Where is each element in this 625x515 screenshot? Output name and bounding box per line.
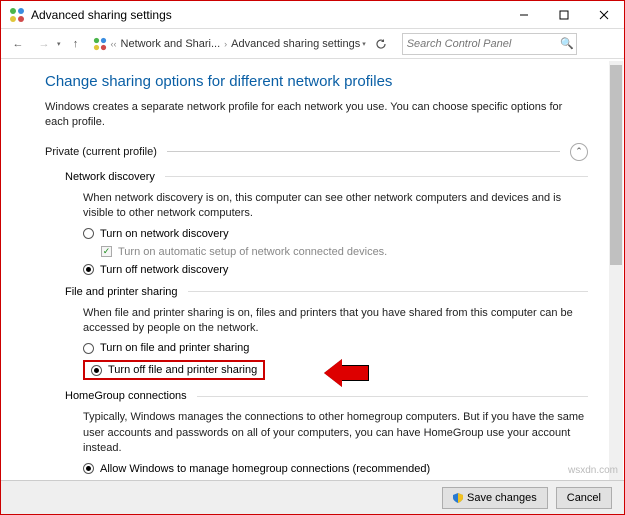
homegroup-desc: Typically, Windows manages the connectio…: [83, 410, 588, 456]
save-button[interactable]: Save changes: [442, 487, 548, 509]
divider: [167, 151, 560, 152]
homegroup-header: HomeGroup connections: [65, 390, 588, 402]
profile-section-header[interactable]: Private (current profile) ⌃: [45, 143, 588, 161]
radio-nd-off[interactable]: Turn off network discovery: [83, 264, 588, 276]
watermark: wsxdn.com: [568, 465, 618, 476]
chevron-right-icon: ›: [224, 39, 227, 49]
up-button[interactable]: ↑: [65, 33, 87, 55]
network-discovery-desc: When network discovery is on, this compu…: [83, 191, 588, 222]
scrollbar[interactable]: [609, 61, 623, 480]
radio-fs-on[interactable]: Turn on file and printer sharing: [83, 342, 588, 354]
navbar: ← → ▾ ↑ ‹‹ Network and Shari... › Advanc…: [1, 29, 624, 59]
breadcrumb[interactable]: ‹‹ Network and Shari... › Advanced shari…: [93, 37, 361, 51]
profile-label: Private (current profile): [45, 146, 157, 158]
titlebar: Advanced sharing settings: [1, 1, 624, 29]
address-dropdown-icon[interactable]: ▾: [362, 40, 366, 48]
minimize-button[interactable]: [504, 1, 544, 29]
radio-label: Allow Windows to manage homegroup connec…: [100, 463, 430, 475]
search-input[interactable]: [403, 38, 558, 50]
search-box[interactable]: 🔍: [402, 33, 577, 55]
footer: Save changes Cancel: [1, 480, 624, 514]
page-intro: Windows creates a separate network profi…: [45, 100, 588, 131]
history-dropdown-icon[interactable]: ▾: [57, 40, 61, 48]
scroll-thumb[interactable]: [610, 65, 622, 265]
save-label: Save changes: [467, 492, 537, 504]
radio-icon: [83, 463, 94, 474]
cancel-button[interactable]: Cancel: [556, 487, 612, 509]
breadcrumb-icon: [93, 37, 107, 51]
radio-label: Turn off network discovery: [100, 264, 228, 276]
radio-hg-allow[interactable]: Allow Windows to manage homegroup connec…: [83, 463, 588, 475]
radio-fs-off[interactable]: Turn off file and printer sharing: [83, 360, 265, 380]
arrow-body: [341, 365, 369, 381]
search-icon[interactable]: 🔍: [558, 37, 576, 50]
file-sharing-desc: When file and printer sharing is on, fil…: [83, 306, 588, 337]
homegroup-title: HomeGroup connections: [65, 390, 187, 402]
refresh-button[interactable]: [370, 33, 392, 55]
back-button[interactable]: ←: [7, 33, 29, 55]
forward-button[interactable]: →: [33, 33, 55, 55]
radio-icon: [91, 365, 102, 376]
shield-icon: [453, 493, 463, 503]
file-sharing-header: File and printer sharing: [65, 286, 588, 298]
annotation-arrow: [324, 359, 369, 387]
radio-icon: [83, 343, 94, 354]
breadcrumb-item-network[interactable]: Network and Shari...: [121, 38, 221, 50]
radio-icon: [83, 228, 94, 239]
divider: [197, 396, 588, 397]
collapse-icon[interactable]: ⌃: [570, 143, 588, 161]
network-discovery-header: Network discovery: [65, 171, 588, 183]
window-title: Advanced sharing settings: [31, 8, 172, 22]
file-sharing-title: File and printer sharing: [65, 286, 178, 298]
divider: [188, 291, 588, 292]
radio-icon: [83, 264, 94, 275]
close-button[interactable]: [584, 1, 624, 29]
cancel-label: Cancel: [567, 492, 601, 504]
page-heading: Change sharing options for different net…: [45, 73, 588, 90]
checkbox-icon: ✓: [101, 246, 112, 257]
checkbox-label: Turn on automatic setup of network conne…: [118, 246, 387, 258]
radio-nd-on[interactable]: Turn on network discovery: [83, 228, 588, 240]
network-discovery-title: Network discovery: [65, 171, 155, 183]
radio-label: Turn on file and printer sharing: [100, 342, 249, 354]
content-area: Change sharing options for different net…: [11, 61, 608, 480]
checkbox-nd-auto[interactable]: ✓ Turn on automatic setup of network con…: [101, 246, 588, 258]
maximize-button[interactable]: [544, 1, 584, 29]
app-icon: [9, 7, 25, 23]
breadcrumb-item-advanced[interactable]: Advanced sharing settings: [231, 38, 360, 50]
radio-label: Turn on network discovery: [100, 228, 229, 240]
divider: [165, 176, 588, 177]
arrow-head-icon: [324, 359, 342, 387]
radio-label: Turn off file and printer sharing: [108, 364, 257, 376]
